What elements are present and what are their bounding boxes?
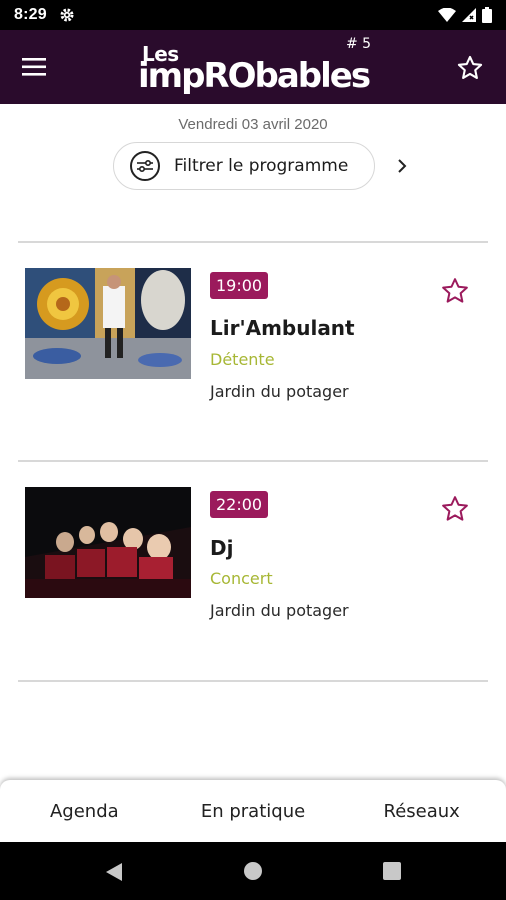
system-navigation-bar [0,842,506,900]
logo-edition: # 5 [346,36,372,52]
event-category: Concert [210,569,273,588]
event-card[interactable]: 19:00 Lir'Ambulant Détente Jardin du pot… [0,260,506,460]
event-place: Jardin du potager [210,382,349,401]
event-place: Jardin du potager [210,601,349,620]
chevron-right-icon[interactable] [394,156,410,176]
signal-icon [462,8,476,22]
bottom-navigation: Agenda En pratique Réseaux [0,780,506,842]
back-icon[interactable] [104,861,124,883]
nav-reseaux[interactable]: Réseaux [337,801,506,822]
favorite-star-icon[interactable] [440,494,470,524]
status-bar: 8:29 [0,0,506,30]
filter-program-button[interactable]: Filtrer le programme [113,142,375,190]
status-time: 8:29 [14,6,47,23]
performer-mural-photo [25,268,191,379]
hamburger-menu-icon[interactable] [22,56,48,78]
event-time-badge: 22:00 [210,491,269,518]
program-date: Vendredi 03 avril 2020 [178,116,328,133]
event-card[interactable]: 22:00 Dj Concert Jardin du potager [0,480,506,680]
event-time-badge: 19:00 [210,272,269,299]
nav-en-pratique[interactable]: En pratique [169,801,338,822]
nav-agenda[interactable]: Agenda [0,801,169,822]
favorites-star-icon[interactable] [456,54,484,82]
divider [18,680,488,682]
filter-label: Filtrer le programme [174,156,349,176]
battery-icon [482,7,492,23]
event-title: Dj [210,536,234,560]
settings-icon [60,8,74,22]
app-bar: Les impRObables # 5 [0,30,506,104]
home-icon[interactable] [244,862,262,880]
sliders-icon [130,151,160,181]
event-title: Lir'Ambulant [210,316,355,340]
logo-name: impRObables [138,56,371,96]
wifi-icon [438,8,456,22]
divider [18,460,488,462]
recent-apps-icon[interactable] [383,862,401,880]
app-logo: Les impRObables # 5 [138,36,378,100]
divider [18,241,488,243]
favorite-star-icon[interactable] [440,276,470,306]
cinema-audience-photo [25,487,191,598]
event-category: Détente [210,350,275,369]
